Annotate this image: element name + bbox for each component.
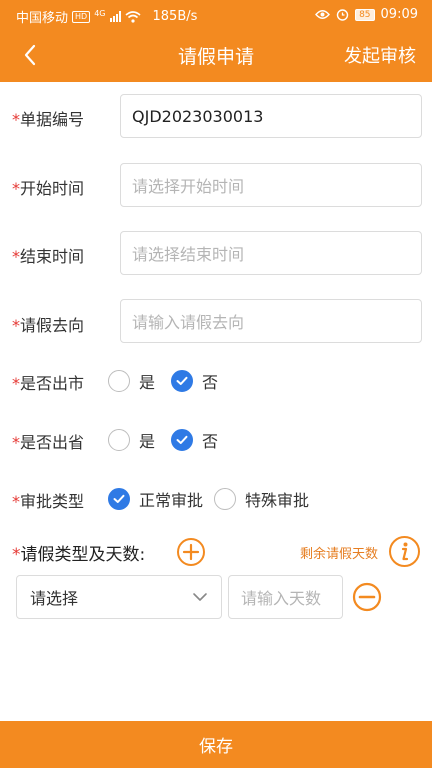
out-city-yes-radio[interactable]: 是	[108, 369, 155, 393]
leave-type-title: *请假类型及天数:	[12, 545, 146, 565]
radio-checked-icon	[171, 429, 194, 451]
approval-special-radio[interactable]: 特殊审批	[214, 487, 309, 511]
save-button[interactable]: 保存	[0, 721, 432, 768]
info-icon[interactable]	[388, 535, 421, 568]
out-city-label: *是否出市	[12, 374, 85, 393]
title-bar: 请假申请 发起审核	[0, 30, 432, 82]
remove-circle-icon[interactable]	[352, 582, 382, 612]
hd-badge: HD	[72, 10, 91, 23]
out-city-radio-group: 是 否	[108, 369, 218, 393]
network-label: 4G	[94, 9, 106, 18]
remaining-days-label[interactable]: 剩余请假天数	[300, 543, 378, 562]
start-time-label: *开始时间	[12, 179, 85, 198]
approval-type-label: *审批类型	[12, 492, 85, 511]
out-city-no-radio[interactable]: 否	[171, 369, 218, 393]
end-time-label: *结束时间	[12, 247, 85, 266]
destination-placeholder: 请输入请假去向	[132, 313, 245, 332]
leave-days-placeholder: 请输入天数	[241, 589, 322, 608]
battery-icon: 85	[355, 8, 375, 21]
leave-days-input[interactable]: 请输入天数	[228, 575, 343, 619]
app-header: 中国移动 HD 4G 185B/s 85 09:09 请假申请 发起审核	[0, 0, 432, 82]
alarm-icon	[336, 9, 349, 21]
doc-no-label: *单据编号	[12, 110, 85, 129]
radio-checked-icon	[171, 370, 194, 392]
destination-field[interactable]: 请输入请假去向	[120, 299, 422, 343]
approval-normal-radio[interactable]: 正常审批	[108, 487, 203, 511]
wifi-icon	[124, 10, 141, 23]
add-circle-icon[interactable]	[176, 537, 206, 567]
out-province-radio-group: 是 否	[108, 428, 218, 452]
radio-unchecked-icon	[108, 370, 130, 392]
end-time-placeholder: 请选择结束时间	[132, 245, 245, 264]
radio-unchecked-icon	[214, 488, 237, 510]
radio-unchecked-icon	[108, 429, 130, 451]
leave-type-select-value: 请选择	[30, 589, 79, 608]
eye-icon	[315, 10, 331, 19]
leave-type-select[interactable]: 请选择	[16, 575, 222, 619]
signal-icon	[109, 11, 121, 22]
out-province-yes-radio[interactable]: 是	[108, 428, 155, 452]
out-province-no-radio[interactable]: 否	[171, 428, 218, 452]
start-time-field[interactable]: 请选择开始时间	[120, 163, 422, 207]
start-time-placeholder: 请选择开始时间	[132, 177, 245, 196]
status-bar: 中国移动 HD 4G 185B/s 85 09:09	[0, 0, 432, 30]
approval-type-radio-group: 正常审批 特殊审批	[108, 487, 309, 511]
destination-label: *请假去向	[12, 316, 85, 335]
doc-no-field[interactable]: QJD2023030013	[120, 94, 422, 138]
clock-label: 09:09	[380, 7, 418, 22]
submit-audit-button[interactable]: 发起审核	[344, 42, 416, 68]
radio-checked-icon	[108, 488, 130, 510]
carrier-label: 中国移动	[16, 11, 69, 26]
doc-no-value: QJD2023030013	[132, 106, 264, 126]
speed-label: 185B/s	[152, 9, 198, 24]
chevron-down-icon	[193, 593, 207, 601]
out-province-label: *是否出省	[12, 433, 85, 452]
end-time-field[interactable]: 请选择结束时间	[120, 231, 422, 275]
